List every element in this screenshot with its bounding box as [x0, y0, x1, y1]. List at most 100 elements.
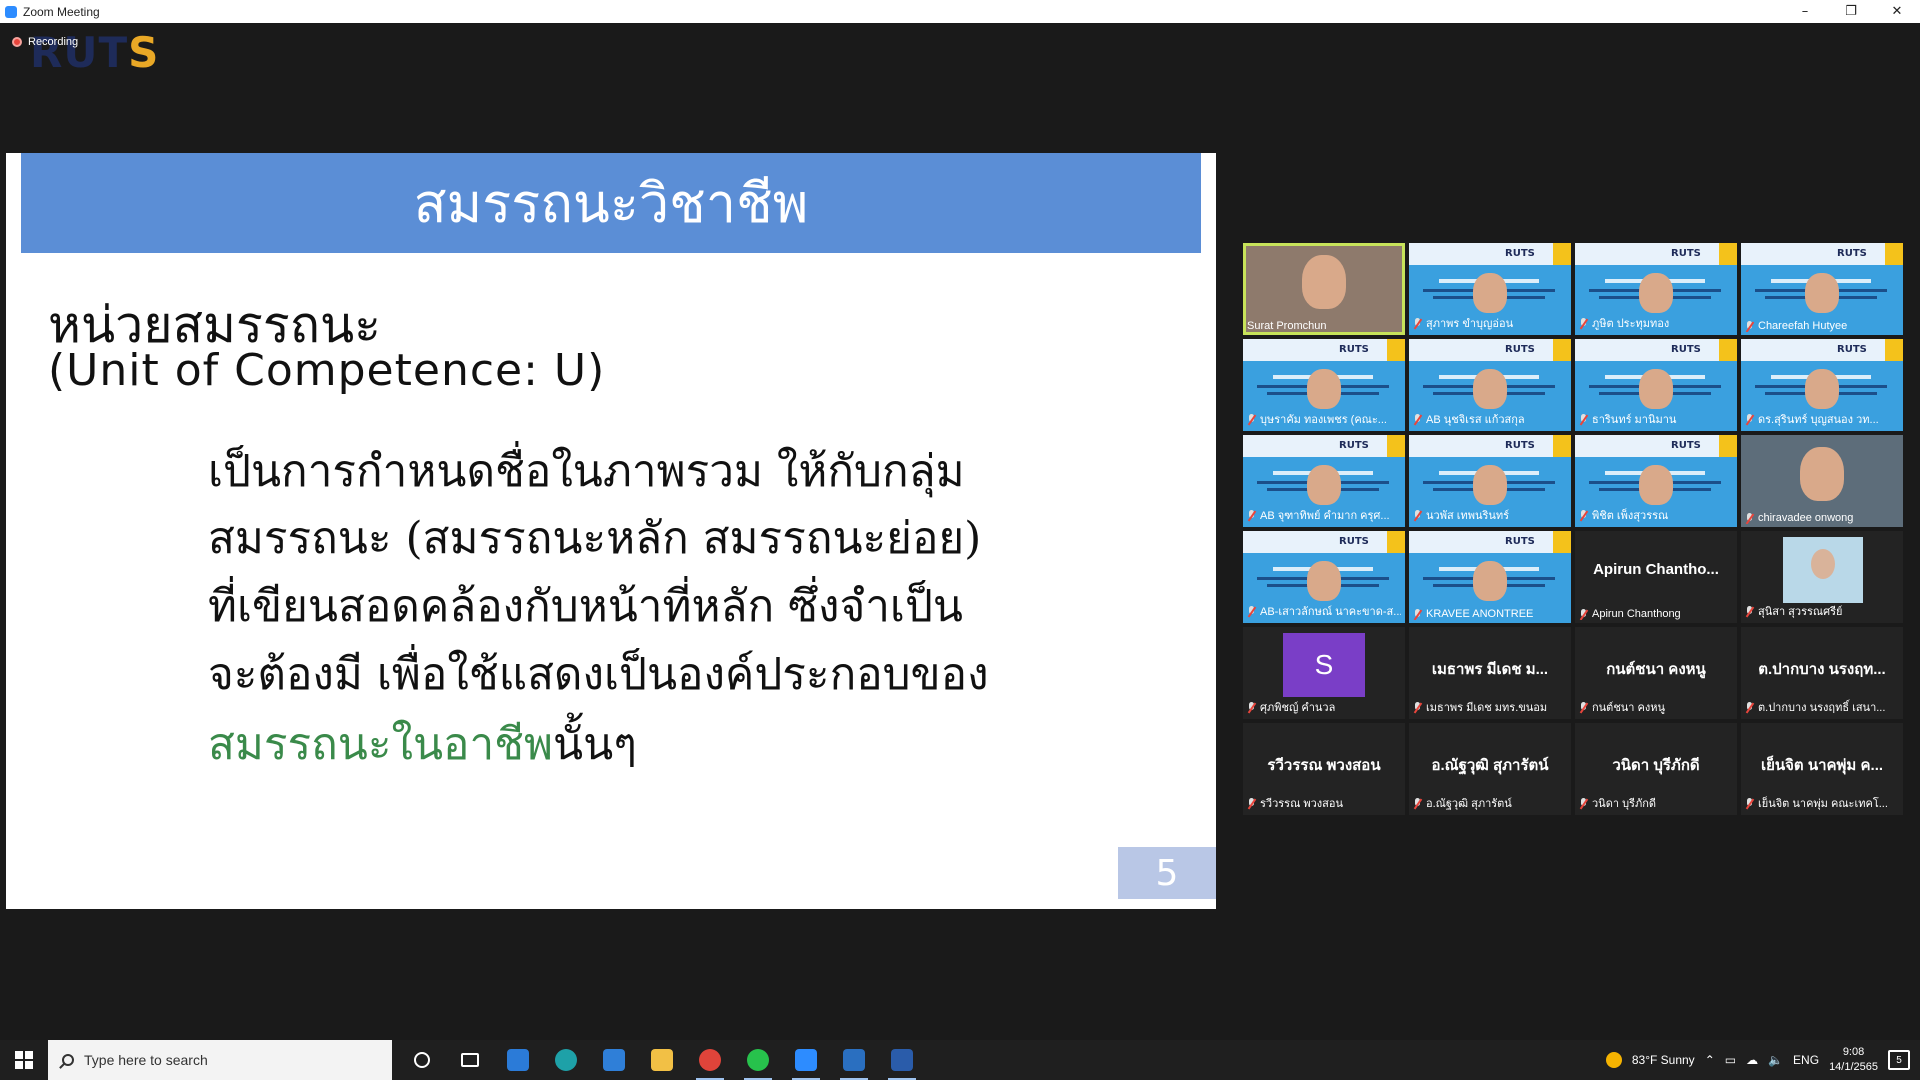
- task-view-taskbar-button[interactable]: [446, 1040, 494, 1080]
- participant-tile[interactable]: ต.ปากบาง นรงฤท... ต.ปากบาง นรงฤทธิ์ เสนา.…: [1741, 627, 1903, 719]
- chevron-up-icon[interactable]: ⌃: [1705, 1053, 1715, 1067]
- search-icon: [62, 1054, 74, 1066]
- ruts-thumb-logo: RUTS: [1339, 536, 1369, 547]
- participant-name-label: Apirun Chanthong: [1579, 608, 1733, 620]
- participant-name-label: AB จุฑาทิพย์ คำมาก ครุศ...: [1247, 506, 1401, 524]
- restore-button[interactable]: ❐: [1828, 0, 1874, 23]
- notification-center-icon[interactable]: 5: [1888, 1050, 1910, 1070]
- store-taskbar-button[interactable]: [494, 1040, 542, 1080]
- participant-tile[interactable]: รวีวรรณ พวงสอน รวีวรรณ พวงสอน: [1243, 723, 1405, 815]
- participant-name-label: KRAVEE ANONTREE: [1413, 608, 1567, 620]
- participant-name-label: เย็นจิต นาคพุ่ม คณะเทคโ...: [1745, 794, 1899, 812]
- language-indicator[interactable]: ENG: [1793, 1053, 1819, 1067]
- participant-tile[interactable]: RUTS AB นุชจิเรส แก้วสกุล: [1409, 339, 1571, 431]
- participant-name-label: สุภาพร ขำบุญอ่อน: [1413, 314, 1567, 332]
- shared-slide: สมรรถนะวิชาชีพ หน่วยสมรรถนะ (Unit of Com…: [6, 153, 1216, 909]
- muted-mic-icon: [1247, 701, 1256, 713]
- participant-name-label: AB นุชจิเรส แก้วสกุล: [1413, 410, 1567, 428]
- close-button[interactable]: ✕: [1874, 0, 1920, 23]
- shared-screen-thumbnail: [1243, 339, 1405, 361]
- participant-tile[interactable]: เมธาพร มีเดช ม... เมธาพร มีเดช มทร.ขนอม: [1409, 627, 1571, 719]
- slide-line-5: สมรรถนะในอาชีพนั้นๆ: [208, 719, 637, 770]
- cortana-icon: [414, 1052, 430, 1068]
- participant-tile[interactable]: เย็นจิต นาคพุ่ม ค... เย็นจิต นาคพุ่ม คณะเ…: [1741, 723, 1903, 815]
- muted-mic-icon: [1413, 413, 1422, 425]
- recording-dot-icon: [12, 37, 22, 47]
- zoom-taskbar-button[interactable]: [782, 1040, 830, 1080]
- slide-line-2: สมรรถนะ (สมรรถนะหลัก สมรรถนะย่อย): [208, 513, 982, 564]
- volume-icon[interactable]: 🔈: [1768, 1053, 1783, 1067]
- start-button[interactable]: [0, 1040, 48, 1080]
- ruts-thumb-logo: RUTS: [1671, 344, 1701, 355]
- participant-tile[interactable]: อ.ณัฐวุฒิ สุภารัตน์ อ.ณัฐวุฒิ สุภารัตน์: [1409, 723, 1571, 815]
- participant-tile[interactable]: วนิดา บุรีภักดี วนิดา บุรีภักดี: [1575, 723, 1737, 815]
- network-icon[interactable]: ▭: [1725, 1053, 1736, 1067]
- store-icon: [507, 1049, 529, 1071]
- participant-tile[interactable]: RUTS ดร.สุรินทร์ บุญสนอง วท...: [1741, 339, 1903, 431]
- photos-taskbar-button[interactable]: [830, 1040, 878, 1080]
- zoom-icon: [795, 1049, 817, 1071]
- muted-mic-icon: [1745, 512, 1754, 524]
- participant-name-label: chiravadee onwong: [1745, 512, 1899, 524]
- cortana-taskbar-button[interactable]: [398, 1040, 446, 1080]
- participant-tile[interactable]: RUTS บุษราคัม ทองเพชร (คณะ...: [1243, 339, 1405, 431]
- participant-tile[interactable]: RUTS ธารินทร์ มานิมาน: [1575, 339, 1737, 431]
- participant-display-name: เย็นจิต นาคพุ่ม ค...: [1760, 757, 1884, 774]
- participant-tile[interactable]: สุนิสา สุวรรณศรีย์: [1741, 531, 1903, 623]
- ruts-thumb-logo: RUTS: [1505, 248, 1535, 259]
- ruts-thumb-logo: RUTS: [1671, 248, 1701, 259]
- participant-tile[interactable]: RUTS นวพัส เทพนรินทร์: [1409, 435, 1571, 527]
- shared-screen-thumbnail: [1409, 339, 1571, 361]
- participant-tile[interactable]: กนต์ชนา คงหนู กนต์ชนา คงหนู: [1575, 627, 1737, 719]
- weather-text[interactable]: 83°F Sunny: [1632, 1053, 1695, 1067]
- muted-mic-icon: [1579, 608, 1588, 620]
- chrome-icon: [699, 1049, 721, 1071]
- participant-tile[interactable]: chiravadee onwong: [1741, 435, 1903, 527]
- participant-tile[interactable]: RUTS พิชิต เพ็งสุวรรณ: [1575, 435, 1737, 527]
- muted-mic-icon: [1579, 509, 1588, 521]
- edge-taskbar-button[interactable]: [542, 1040, 590, 1080]
- participant-video: [1307, 465, 1341, 505]
- taskbar-apps: [398, 1040, 926, 1080]
- file-explorer-taskbar-button[interactable]: [638, 1040, 686, 1080]
- participant-display-name: ต.ปากบาง นรงฤท...: [1758, 661, 1886, 678]
- participant-tile[interactable]: RUTS KRAVEE ANONTREE: [1409, 531, 1571, 623]
- muted-mic-icon: [1413, 701, 1422, 713]
- line-taskbar-button[interactable]: [734, 1040, 782, 1080]
- chrome-taskbar-button[interactable]: [686, 1040, 734, 1080]
- clock[interactable]: 9:08 14/1/2565: [1829, 1045, 1878, 1075]
- participant-display-name: เมธาพร มีเดช ม...: [1431, 661, 1549, 678]
- onedrive-icon[interactable]: ☁: [1746, 1053, 1758, 1067]
- participant-name-label: Surat Promchun: [1247, 320, 1327, 332]
- muted-mic-icon: [1247, 413, 1256, 425]
- word-taskbar-button[interactable]: [878, 1040, 926, 1080]
- shared-screen-thumbnail: [1243, 435, 1405, 457]
- participant-tile[interactable]: RUTS Chareefah Hutyee: [1741, 243, 1903, 335]
- muted-mic-icon: [1579, 797, 1588, 809]
- participant-display-name: กนต์ชนา คงหนู: [1606, 661, 1706, 678]
- muted-mic-icon: [1579, 701, 1588, 713]
- participant-video: [1473, 465, 1507, 505]
- participant-name-label: AB-เสาวลักษณ์ นาคะขาด-ส...: [1247, 602, 1401, 620]
- participant-tile[interactable]: Surat Promchun: [1243, 243, 1405, 335]
- shared-screen-thumbnail: [1575, 435, 1737, 457]
- participant-display-name: Apirun Chantho...: [1593, 561, 1719, 578]
- participant-tile[interactable]: RUTS AB จุฑาทิพย์ คำมาก ครุศ...: [1243, 435, 1405, 527]
- participant-video: [1307, 561, 1341, 601]
- search-input[interactable]: [84, 1052, 364, 1068]
- participant-tile[interactable]: RUTS ภูษิต ประทุมทอง: [1575, 243, 1737, 335]
- taskbar-search[interactable]: [48, 1040, 392, 1080]
- participant-video: [1473, 369, 1507, 409]
- participant-tile[interactable]: RUTS สุภาพร ขำบุญอ่อน: [1409, 243, 1571, 335]
- mail-taskbar-button[interactable]: [590, 1040, 638, 1080]
- system-tray: 83°F Sunny ⌃ ▭ ☁ 🔈 ENG 9:08 14/1/2565 5: [1605, 1040, 1920, 1080]
- shared-screen-thumbnail: [1243, 531, 1405, 553]
- minimize-button[interactable]: –: [1782, 0, 1828, 23]
- file-explorer-icon: [651, 1049, 673, 1071]
- participant-tile[interactable]: S ศุภพิชญ์ คำนวล: [1243, 627, 1405, 719]
- weather-sun-icon: [1605, 1052, 1622, 1068]
- recording-indicator[interactable]: Recording: [12, 36, 78, 48]
- participant-tile[interactable]: RUTS AB-เสาวลักษณ์ นาคะขาด-ส...: [1243, 531, 1405, 623]
- window-title: Zoom Meeting: [23, 4, 100, 19]
- participant-tile[interactable]: Apirun Chantho... Apirun Chanthong: [1575, 531, 1737, 623]
